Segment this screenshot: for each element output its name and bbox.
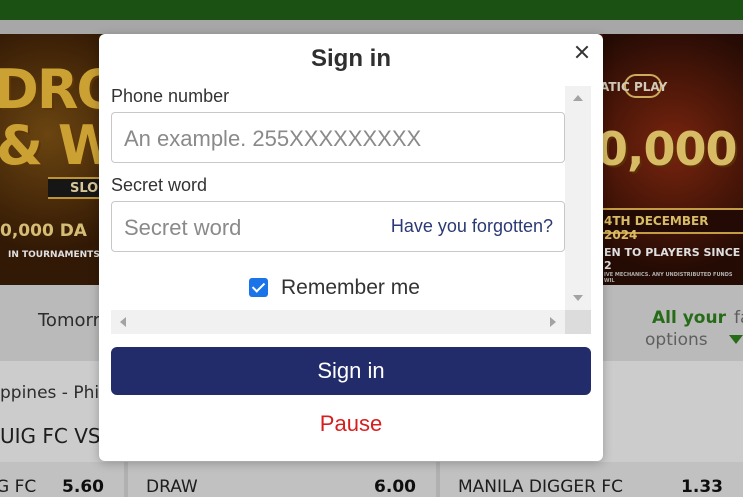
secret-word-label: Secret word [111, 175, 208, 195]
login-form-scroll-area[interactable]: Phone number An example. 255XXXXXXXXX Se… [111, 86, 591, 334]
remember-me-label[interactable]: Remember me [281, 276, 420, 300]
secret-word-input[interactable]: Secret word Have you forgotten? [111, 201, 565, 252]
phone-number-input[interactable]: An example. 255XXXXXXXXX [111, 112, 565, 163]
sign-in-button[interactable]: Sign in [111, 347, 591, 395]
remember-me-checkbox[interactable] [249, 278, 268, 297]
horizontal-scrollbar[interactable] [111, 310, 565, 334]
scrollbar-corner [565, 310, 591, 334]
modal-title: Sign in [311, 45, 391, 72]
secret-word-placeholder: Secret word [124, 215, 242, 240]
scroll-down-arrow-icon[interactable] [573, 295, 583, 301]
scroll-up-arrow-icon[interactable] [573, 95, 583, 101]
pause-link[interactable]: Pause [99, 411, 603, 437]
forgot-password-link[interactable]: Have you forgotten? [391, 216, 553, 237]
close-icon[interactable] [573, 43, 591, 61]
scroll-right-arrow-icon[interactable] [550, 317, 556, 327]
vertical-scrollbar[interactable] [565, 86, 591, 310]
phone-number-label: Phone number [111, 86, 230, 106]
scroll-left-arrow-icon[interactable] [120, 317, 126, 327]
sign-in-modal: Sign in Phone number An example. 255XXXX… [99, 34, 603, 461]
phone-number-placeholder: An example. 255XXXXXXXXX [124, 126, 422, 151]
